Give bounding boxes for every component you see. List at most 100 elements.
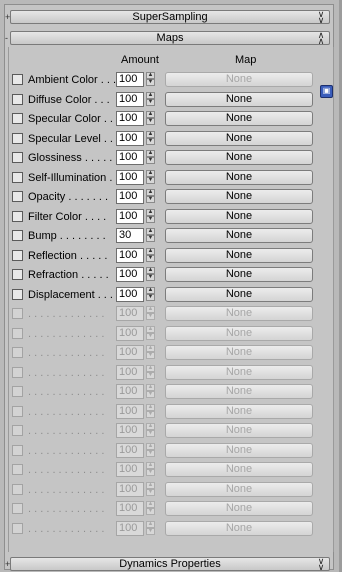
amount-field[interactable]: 100 <box>116 384 144 399</box>
spinner-up-icon[interactable]: ▲ <box>146 72 155 79</box>
amount-spinner[interactable]: ▲ ▼ <box>146 170 155 185</box>
spinner-down-icon[interactable]: ▼ <box>146 313 155 320</box>
amount-spinner[interactable]: ▲ ▼ <box>146 345 155 360</box>
spinner-down-icon[interactable]: ▼ <box>146 450 155 457</box>
spinner-down-icon[interactable]: ▼ <box>146 118 155 125</box>
map-button[interactable]: None <box>165 228 313 243</box>
map-button[interactable]: None <box>165 501 313 516</box>
map-button[interactable]: None <box>165 365 313 380</box>
amount-spinner[interactable]: ▲ ▼ <box>146 92 155 107</box>
map-button[interactable]: None <box>165 521 313 536</box>
chevron-down-icon[interactable]: ∨ ∨ <box>316 557 326 572</box>
spinner-up-icon[interactable]: ▲ <box>146 267 155 274</box>
amount-field[interactable]: 100 <box>116 423 144 438</box>
amount-spinner[interactable]: ▲ ▼ <box>146 384 155 399</box>
amount-field[interactable]: 100 <box>116 92 144 107</box>
map-button[interactable]: None <box>165 189 313 204</box>
spinner-up-icon[interactable]: ▲ <box>146 384 155 391</box>
amount-field[interactable]: 100 <box>116 131 144 146</box>
amount-spinner[interactable]: ▲ ▼ <box>146 287 155 302</box>
map-button[interactable]: None <box>165 404 313 419</box>
map-enable-checkbox[interactable] <box>12 406 23 417</box>
map-button[interactable]: None <box>165 150 313 165</box>
map-button[interactable]: None <box>165 287 313 302</box>
spinner-down-icon[interactable]: ▼ <box>146 216 155 223</box>
amount-field[interactable]: 100 <box>116 404 144 419</box>
spinner-down-icon[interactable]: ▼ <box>146 294 155 301</box>
amount-spinner[interactable]: ▲ ▼ <box>146 462 155 477</box>
spinner-up-icon[interactable]: ▲ <box>146 501 155 508</box>
map-button[interactable]: None <box>165 443 313 458</box>
spinner-down-icon[interactable]: ▼ <box>146 489 155 496</box>
amount-field[interactable]: 100 <box>116 365 144 380</box>
spinner-up-icon[interactable]: ▲ <box>146 209 155 216</box>
map-enable-checkbox[interactable] <box>12 250 23 261</box>
map-enable-checkbox[interactable] <box>12 523 23 534</box>
spinner-down-icon[interactable]: ▼ <box>146 79 155 86</box>
map-button[interactable]: None <box>165 72 313 87</box>
spinner-up-icon[interactable]: ▲ <box>146 482 155 489</box>
map-enable-checkbox[interactable] <box>12 328 23 339</box>
spinner-up-icon[interactable]: ▲ <box>146 365 155 372</box>
rollout-dynamics-properties[interactable]: + Dynamics Properties ∨ ∨ <box>5 557 330 572</box>
amount-field[interactable]: 100 <box>116 462 144 477</box>
amount-spinner[interactable]: ▲ ▼ <box>146 209 155 224</box>
amount-field[interactable]: 100 <box>116 72 144 87</box>
spinner-down-icon[interactable]: ▼ <box>146 411 155 418</box>
amount-field[interactable]: 100 <box>116 189 144 204</box>
amount-spinner[interactable]: ▲ ▼ <box>146 521 155 536</box>
spinner-up-icon[interactable]: ▲ <box>146 189 155 196</box>
amount-spinner[interactable]: ▲ ▼ <box>146 267 155 282</box>
map-enable-checkbox[interactable] <box>12 191 23 202</box>
spinner-up-icon[interactable]: ▲ <box>146 131 155 138</box>
map-enable-checkbox[interactable] <box>12 94 23 105</box>
chevron-down-icon[interactable]: ∨ ∨ <box>316 10 326 25</box>
spinner-up-icon[interactable]: ▲ <box>146 423 155 430</box>
amount-field[interactable]: 100 <box>116 209 144 224</box>
map-button[interactable]: None <box>165 345 313 360</box>
map-enable-checkbox[interactable] <box>12 74 23 85</box>
amount-spinner[interactable]: ▲ ▼ <box>146 131 155 146</box>
spinner-up-icon[interactable]: ▲ <box>146 521 155 528</box>
spinner-up-icon[interactable]: ▲ <box>146 170 155 177</box>
spinner-down-icon[interactable]: ▼ <box>146 157 155 164</box>
map-enable-checkbox[interactable] <box>12 152 23 163</box>
spinner-down-icon[interactable]: ▼ <box>146 235 155 242</box>
spinner-down-icon[interactable]: ▼ <box>146 138 155 145</box>
spinner-down-icon[interactable]: ▼ <box>146 352 155 359</box>
amount-field[interactable]: 100 <box>116 267 144 282</box>
spinner-up-icon[interactable]: ▲ <box>146 443 155 450</box>
amount-field[interactable]: 100 <box>116 326 144 341</box>
map-enable-checkbox[interactable] <box>12 386 23 397</box>
map-enable-checkbox[interactable] <box>12 464 23 475</box>
spinner-up-icon[interactable]: ▲ <box>146 326 155 333</box>
map-enable-checkbox[interactable] <box>12 113 23 124</box>
map-enable-checkbox[interactable] <box>12 308 23 319</box>
map-enable-checkbox[interactable] <box>12 503 23 514</box>
rollout-supersampling[interactable]: + SuperSampling ∨ ∨ <box>5 10 330 25</box>
amount-spinner[interactable]: ▲ ▼ <box>146 248 155 263</box>
amount-spinner[interactable]: ▲ ▼ <box>146 423 155 438</box>
amount-field[interactable]: 100 <box>116 306 144 321</box>
amount-field[interactable]: 100 <box>116 111 144 126</box>
amount-field[interactable]: 100 <box>116 248 144 263</box>
spinner-up-icon[interactable]: ▲ <box>146 404 155 411</box>
spinner-down-icon[interactable]: ▼ <box>146 528 155 535</box>
chevron-up-icon[interactable]: ∧ ∧ <box>316 31 326 46</box>
map-enable-checkbox[interactable] <box>12 425 23 436</box>
amount-spinner[interactable]: ▲ ▼ <box>146 228 155 243</box>
amount-spinner[interactable]: ▲ ▼ <box>146 306 155 321</box>
map-enable-checkbox[interactable] <box>12 211 23 222</box>
map-enable-checkbox[interactable] <box>12 269 23 280</box>
spinner-up-icon[interactable]: ▲ <box>146 228 155 235</box>
spinner-up-icon[interactable]: ▲ <box>146 462 155 469</box>
amount-field[interactable]: 100 <box>116 170 144 185</box>
spinner-down-icon[interactable]: ▼ <box>146 99 155 106</box>
amount-spinner[interactable]: ▲ ▼ <box>146 482 155 497</box>
map-button[interactable]: None <box>165 209 313 224</box>
map-button[interactable]: None <box>165 462 313 477</box>
amount-spinner[interactable]: ▲ ▼ <box>146 501 155 516</box>
amount-field[interactable]: 100 <box>116 345 144 360</box>
spinner-down-icon[interactable]: ▼ <box>146 372 155 379</box>
spinner-down-icon[interactable]: ▼ <box>146 333 155 340</box>
